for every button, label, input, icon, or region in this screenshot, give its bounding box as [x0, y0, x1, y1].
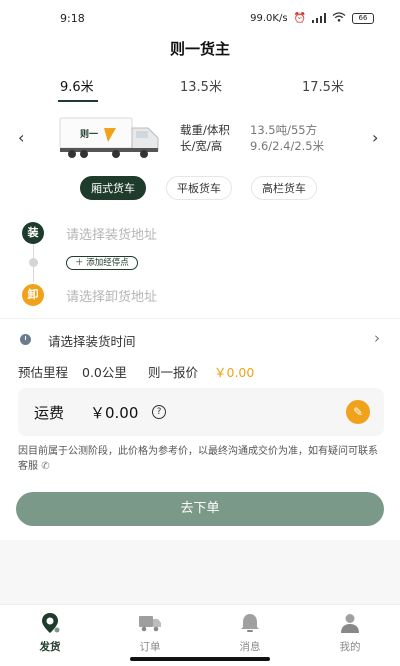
user-icon	[341, 614, 359, 633]
load-time-placeholder: 请选择装货时间	[48, 334, 136, 349]
load-time-picker[interactable]: 请选择装货时间 ›	[20, 329, 382, 349]
truck-type-selector: 厢式货车 平板货车 高栏货车	[0, 176, 400, 200]
truck-selector: ‹ 则一 载重/体积 13.5吨/55方 长/宽/高 9.6/2.4/2.5米 …	[0, 110, 400, 170]
footer-spacer	[0, 540, 400, 604]
bell-icon	[241, 614, 259, 632]
nav-item-orders[interactable]: 订单	[120, 611, 180, 654]
mileage-label: 预估里程	[18, 365, 69, 380]
chevron-left-icon[interactable]: ‹	[18, 128, 24, 147]
status-icons: 99.0K/s ⏰ 66	[250, 11, 374, 25]
add-stop-button[interactable]: ＋ 添加经停点	[66, 256, 138, 270]
page-title: 则一货主	[169, 40, 230, 58]
fee-card: 运费 ￥0.00 ? ✎	[18, 388, 384, 436]
fee-value: ￥0.00	[90, 404, 139, 422]
type-high-rail-truck[interactable]: 高栏货车	[251, 176, 317, 200]
question-icon[interactable]: ?	[152, 405, 166, 419]
unload-address-input[interactable]: 请选择卸货地址	[66, 286, 157, 305]
tab-underline	[58, 100, 98, 102]
status-time: 9:18	[60, 11, 85, 25]
nav-item-ship[interactable]: 发货	[20, 611, 80, 654]
signal-icon	[312, 13, 326, 23]
chevron-right-icon[interactable]: ›	[372, 128, 378, 147]
load-value: 13.5吨/55方	[250, 123, 318, 137]
truck-icon: 则一	[59, 117, 159, 158]
add-stop-label: 添加经停点	[86, 258, 129, 268]
nav-label: 消息	[239, 641, 261, 653]
unload-badge: 卸	[22, 284, 44, 306]
location-pin-icon	[42, 613, 60, 633]
chevron-right-icon: ›	[374, 329, 380, 347]
alarm-icon: ⏰	[293, 12, 306, 24]
size-value: 9.6/2.4/2.5米	[250, 139, 325, 153]
tab-13-5m[interactable]: 13.5米	[180, 76, 222, 95]
phone-icon[interactable]: ✆	[41, 461, 49, 472]
wifi-icon	[332, 11, 346, 25]
truck-icon	[139, 616, 161, 632]
tab-17-5m[interactable]: 17.5米	[302, 76, 344, 95]
divider	[0, 318, 400, 319]
status-bar: 9:18 99.0K/s ⏰ 66	[0, 0, 400, 36]
nav-label: 订单	[139, 641, 161, 653]
route-dot	[29, 258, 38, 267]
mileage-value: 0.0公里	[82, 365, 127, 380]
truck-brand-text: 则一	[80, 128, 98, 140]
nav-item-profile[interactable]: 我的	[320, 611, 380, 654]
notice-text: 因目前属于公测阶段，此价格为参考价，以最终沟通成交价为准，如有疑问可联系客服	[18, 446, 378, 472]
type-flatbed-truck[interactable]: 平板货车	[166, 176, 232, 200]
nav-item-messages[interactable]: 消息	[220, 611, 280, 654]
type-box-truck[interactable]: 厢式货车	[80, 176, 146, 200]
load-address-input[interactable]: 请选择装货地址	[66, 224, 157, 243]
fee-label: 运费	[34, 404, 65, 422]
home-indicator	[130, 657, 270, 661]
edit-fee-button[interactable]: ✎	[346, 400, 370, 424]
network-speed: 99.0K/s	[250, 12, 288, 24]
load-badge: 装	[22, 222, 44, 244]
load-label: 载重/体积	[180, 123, 230, 137]
length-tabs: 9.6米 13.5米 17.5米	[0, 76, 400, 104]
price-notice: 因目前属于公测阶段，此价格为参考价，以最终沟通成交价为准，如有疑问可联系客服 ✆	[18, 444, 384, 474]
quote-label: 则一报价	[148, 365, 199, 380]
submit-order-button[interactable]: 去下单	[16, 492, 384, 526]
pencil-icon: ✎	[352, 405, 364, 419]
quote-value: ￥0.00	[214, 365, 255, 380]
nav-label: 发货	[39, 641, 61, 653]
size-label: 长/宽/高	[180, 139, 223, 153]
tab-9-6m[interactable]: 9.6米	[60, 76, 94, 95]
battery-icon: 66	[352, 12, 374, 24]
nav-label: 我的	[339, 641, 361, 653]
clock-icon	[20, 334, 31, 345]
